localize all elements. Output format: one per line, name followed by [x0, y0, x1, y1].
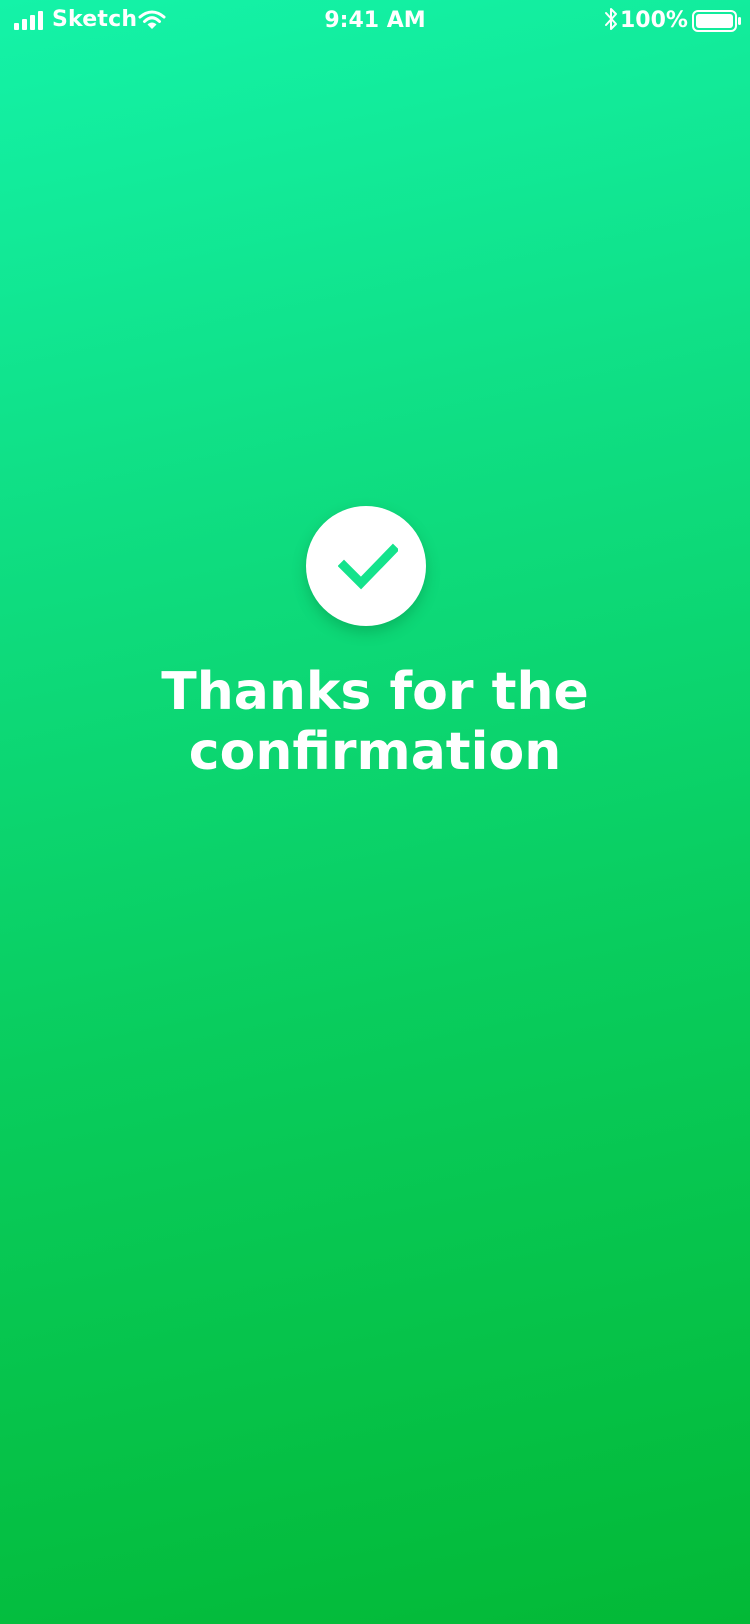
check-icon — [338, 543, 398, 590]
confirmation-message: Thanks for the confirmation — [100, 662, 650, 782]
status-bar: Sketch 9:41 AM 100% — [0, 0, 750, 44]
battery-icon — [692, 10, 741, 32]
confirmation-message-line1: Thanks for the — [161, 662, 589, 722]
confirmation-message-line2: confirmation — [188, 722, 562, 782]
bluetooth-icon — [605, 8, 617, 30]
confirmation-badge — [306, 506, 426, 626]
battery-percent: 100% — [620, 8, 688, 33]
